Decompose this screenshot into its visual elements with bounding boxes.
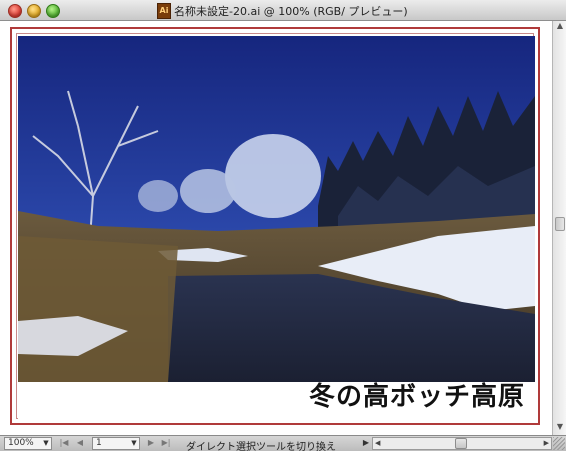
window-resize-grip-icon[interactable]	[553, 437, 565, 450]
last-page-icon[interactable]: ▶|	[160, 437, 172, 450]
status-menu-arrow-icon[interactable]: ▶	[361, 437, 371, 450]
window-title: 名称未設定-20.ai @ 100% (RGB/ プレビュー)	[174, 5, 408, 18]
page-dropdown-icon[interactable]: ▼	[128, 437, 140, 450]
window-titlebar: Ai 名称未設定-20.ai @ 100% (RGB/ プレビュー)	[0, 0, 566, 21]
document-statusbar: 100% ▼ |◀ ◀ 1 ▼ ▶ ▶| ダイレクト選択ツールを切り換え ▶ ◀…	[0, 435, 566, 453]
scroll-up-arrow-icon[interactable]: ▲	[553, 20, 566, 32]
zoom-dropdown-icon[interactable]: ▼	[40, 437, 52, 450]
horizontal-scroll-thumb[interactable]	[455, 438, 467, 449]
first-page-icon[interactable]: |◀	[58, 437, 70, 450]
zoom-window-button[interactable]	[46, 4, 60, 18]
horizontal-scrollbar[interactable]: ◀ ▶	[372, 437, 552, 450]
vertical-scroll-thumb[interactable]	[555, 217, 565, 231]
minimize-window-button[interactable]	[27, 4, 41, 18]
scroll-right-arrow-icon[interactable]: ▶	[544, 438, 549, 449]
scroll-down-arrow-icon[interactable]: ▼	[553, 421, 566, 433]
close-window-button[interactable]	[8, 4, 22, 18]
photo-caption[interactable]: 冬の高ボッチ高原	[309, 376, 525, 413]
prev-page-icon[interactable]: ◀	[74, 437, 86, 450]
winter-highland-photo	[18, 36, 535, 382]
illustrator-document-icon: Ai	[157, 3, 171, 19]
placed-photo[interactable]	[18, 36, 535, 382]
vertical-scrollbar[interactable]: ▲ ▼	[552, 21, 566, 435]
scroll-left-arrow-icon[interactable]: ◀	[375, 438, 380, 449]
caption-area: 冬の高ボッチ高原	[18, 382, 535, 419]
next-page-icon[interactable]: ▶	[145, 437, 157, 450]
